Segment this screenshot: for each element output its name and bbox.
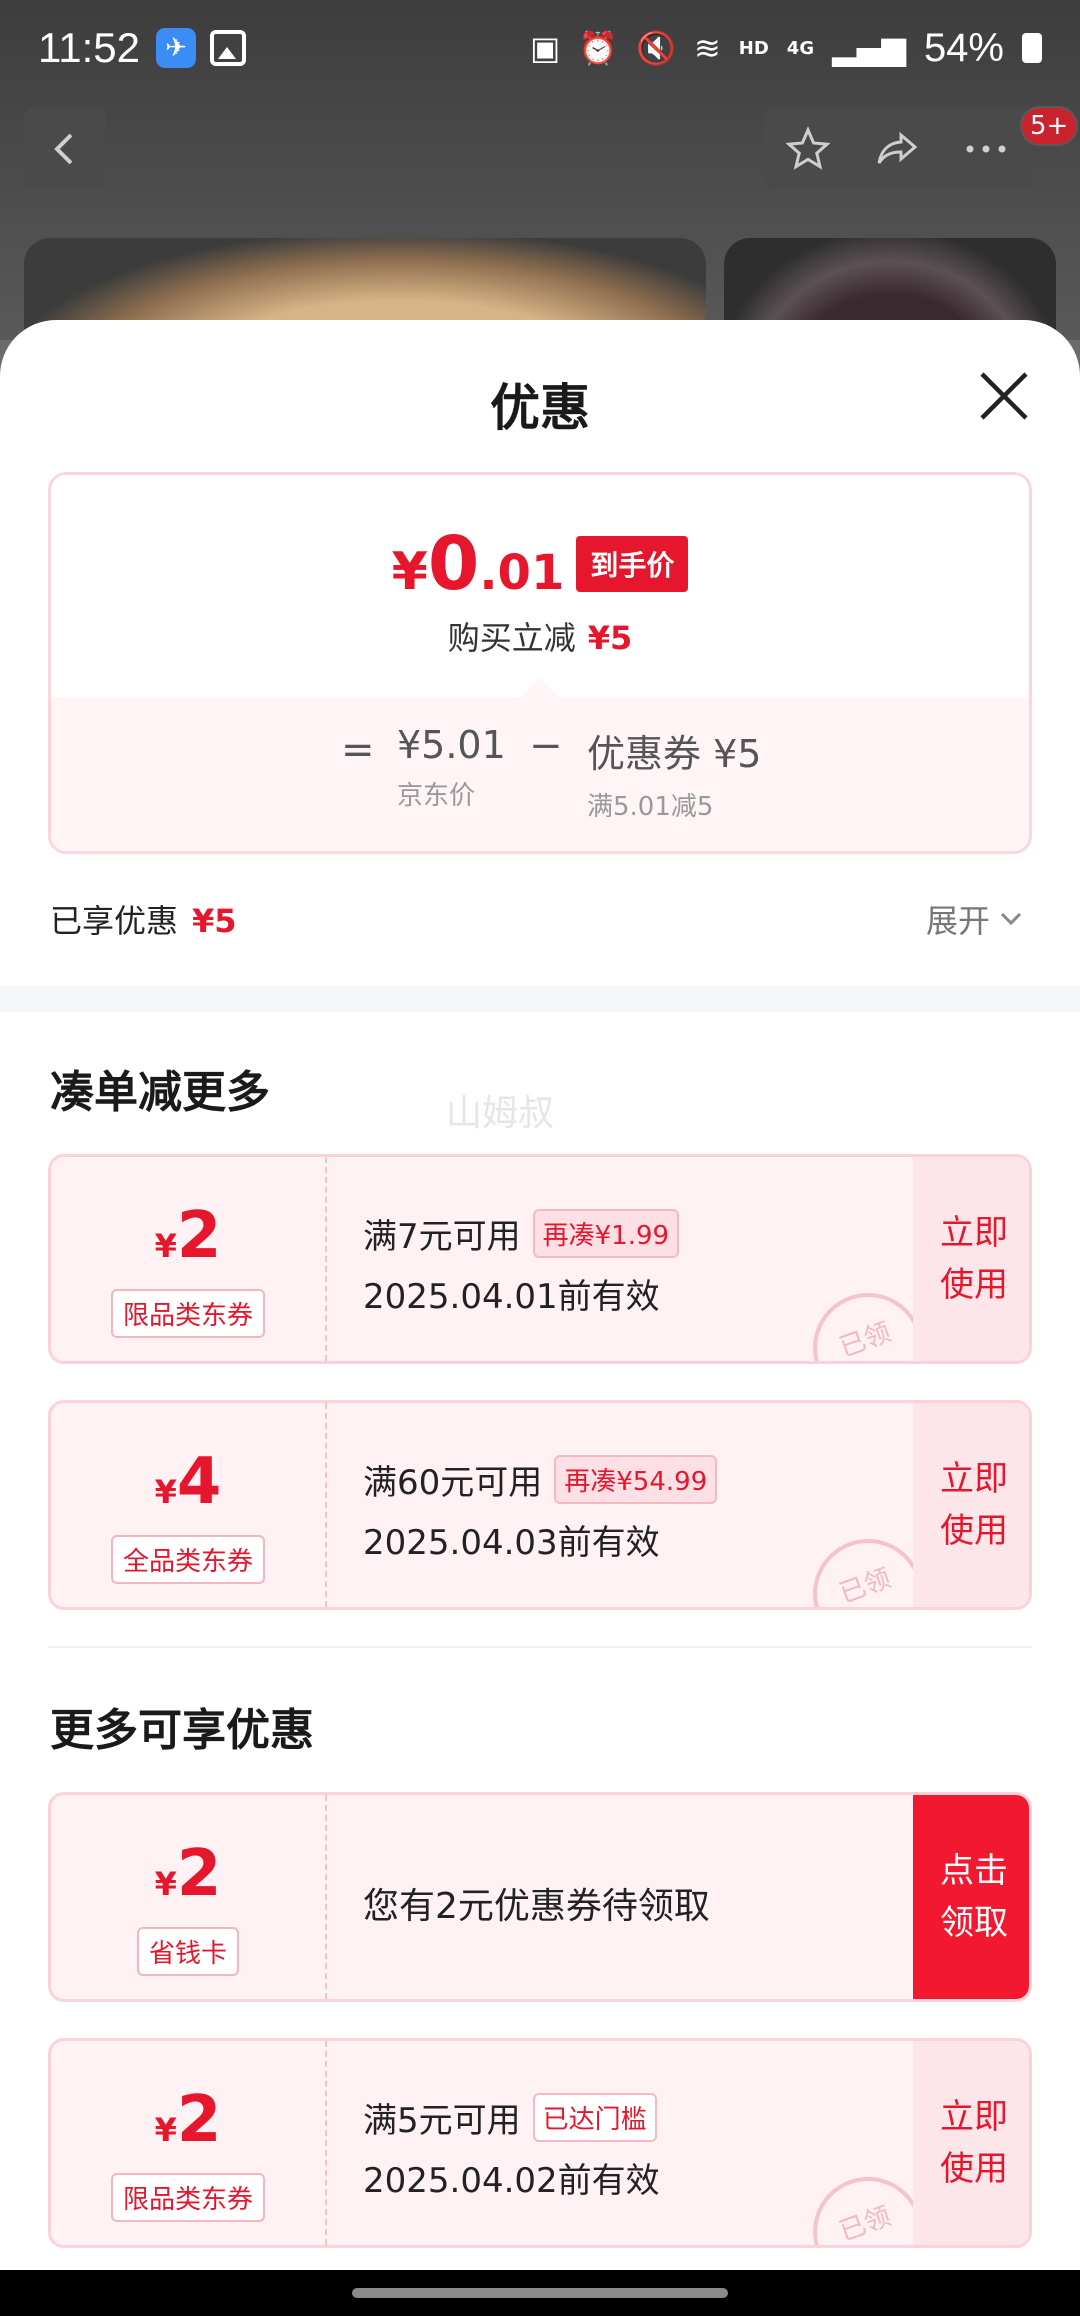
jd-price-value: ¥5.01 (397, 723, 506, 767)
status-time: 11:52 (38, 24, 140, 71)
coupon-topup-chip: 再凑¥54.99 (554, 1455, 718, 1504)
section-divider (0, 986, 1080, 1012)
jd-price-column: ¥5.01 京东价 (397, 723, 506, 812)
price-decimal: .01 (479, 545, 565, 601)
network-4g-label: 4G (786, 37, 815, 59)
instant-discount-value: ¥5 (587, 619, 633, 657)
jd-price-label: 京东价 (397, 781, 476, 811)
gallery-notification-icon (210, 30, 246, 66)
claim-button[interactable]: 点击领取 (913, 1795, 1029, 1999)
coupon-card: ¥2 限品类东券 满7元可用 再凑¥1.99 2025.04.01前有效 已领 … (48, 1154, 1032, 1364)
coupon-condition: 满60元可用 (363, 1463, 543, 1503)
coupon-separator (325, 1795, 327, 1999)
coupon-amount-value: 2 (176, 1199, 222, 1273)
threshold-reached-chip: 已达门槛 (532, 2093, 657, 2142)
instant-discount-line: 购买立减 ¥5 (51, 613, 1029, 659)
top-action-group (764, 108, 1030, 190)
battery-percent: 54% (923, 25, 1004, 70)
use-now-button[interactable]: 立即使用 (913, 1157, 1029, 1361)
coupon-condition-line: 满7元可用 再凑¥1.99 (363, 1209, 680, 1258)
signal-icon: ▂▄▆ (832, 29, 906, 67)
enjoyed-value: ¥5 (192, 902, 237, 940)
equals-sign: = (341, 727, 375, 773)
section-title-more-benefits: 更多可享优惠 (50, 1705, 314, 1756)
price-breakdown: = ¥5.01 京东价 − 优惠券 ¥5 满5.01减5 (51, 697, 1029, 851)
coupon-amount: ¥2 (51, 1837, 325, 1911)
chevron-down-icon (1000, 912, 1022, 926)
coupon-value: 优惠券 ¥5 (587, 732, 762, 776)
battery-saver-icon: ▣ (530, 29, 561, 67)
coupon-value-area: ¥2 限品类东券 (51, 2041, 325, 2245)
coupon-separator (325, 1157, 327, 1361)
back-button[interactable] (24, 108, 106, 190)
coupon-card: ¥4 全品类东券 满60元可用 再凑¥54.99 2025.04.03前有效 已… (48, 1400, 1032, 1610)
coupon-value-area: ¥4 全品类东券 (51, 1403, 325, 1607)
message-count-badge: 5+ (1020, 106, 1079, 146)
price-currency: ¥ (391, 542, 428, 602)
app-notification-icon: ✈ (156, 28, 196, 68)
coupon-condition: 满7元可用 (363, 1217, 521, 1257)
coupon-amount: ¥2 (51, 1199, 325, 1273)
share-icon[interactable] (873, 125, 921, 173)
coupon-pending-text: 您有2元优惠券待领取 (363, 1886, 710, 1927)
coupon-condition-line: 满5元可用 已达门槛 (363, 2093, 657, 2142)
coupon-amount: ¥4 (51, 1445, 325, 1519)
price-integer: 0 (427, 521, 480, 607)
coupon-currency: ¥ (154, 1227, 177, 1265)
instant-discount-label: 购买立减 (447, 619, 576, 657)
close-icon[interactable] (976, 368, 1032, 424)
coupon-currency: ¥ (154, 1473, 177, 1511)
coupon-currency: ¥ (154, 1865, 177, 1903)
chevron-left-icon (54, 133, 73, 165)
coupon-column: 优惠券 ¥5 满5.01减5 (587, 723, 761, 823)
coupon-separator (325, 1403, 327, 1607)
wifi-icon: ≋ (693, 29, 721, 67)
expand-button[interactable]: 展开 (926, 896, 1024, 942)
watermark: 山姆叔 (446, 1093, 555, 1134)
mute-icon: 🔇 (636, 29, 676, 67)
section-divider-line (48, 1646, 1032, 1648)
coupon-amount-value: 2 (176, 2083, 222, 2157)
coupon-type-tag: 限品类东券 (110, 2173, 266, 2222)
coupon-expiry: 2025.04.03前有效 (363, 1523, 660, 1563)
coupon-amount-value: 2 (176, 1837, 222, 1911)
sheet-title: 优惠 (490, 379, 590, 437)
star-icon[interactable] (784, 125, 832, 173)
home-indicator[interactable] (352, 2288, 728, 2298)
enjoyed-discount: 已享优惠 ¥5 (50, 896, 237, 942)
coupon-type-tag: 全品类东券 (110, 1535, 266, 1584)
coupon-separator (325, 2041, 327, 2245)
status-bar: 11:52 ✈ ▣ ⏰ 🔇 ≋ HD 4G ▂▄▆ 54% (0, 0, 1080, 96)
coupon-condition: 满5元可用 (363, 2101, 521, 2141)
coupon-expiry: 2025.04.02前有效 (363, 2161, 660, 2201)
enjoyed-label: 已享优惠 (50, 902, 179, 940)
coupon-card: ¥2 省钱卡 您有2元优惠券待领取 点击领取 (48, 1792, 1032, 2002)
coupon-amount-value: 4 (176, 1445, 222, 1519)
expand-label: 展开 (926, 902, 991, 940)
coupon-value-area: ¥2 限品类东券 (51, 1157, 325, 1361)
final-price-tag: 到手价 (576, 536, 689, 592)
minus-sign: − (529, 723, 563, 769)
coupon-currency: ¥ (154, 2111, 177, 2149)
coupon-expiry: 2025.04.01前有效 (363, 1277, 660, 1317)
final-price-card: ¥ 0 .01 到手价 购买立减 ¥5 = ¥5.01 京东价 − 优惠券 ¥5 … (48, 472, 1032, 854)
coupon-value-area: ¥2 省钱卡 (51, 1795, 325, 1999)
coupon-condition-line: 满60元可用 再凑¥54.99 (363, 1455, 718, 1504)
coupon-topup-chip: 再凑¥1.99 (532, 1209, 680, 1258)
battery-icon (1022, 33, 1042, 63)
final-price: ¥ 0 .01 到手价 (51, 521, 1029, 607)
alarm-icon: ⏰ (578, 29, 619, 67)
coupon-card: ¥2 限品类东券 满5元可用 已达门槛 2025.04.02前有效 已领 立即使… (48, 2038, 1032, 2248)
coupon-amount: ¥2 (51, 2083, 325, 2157)
coupon-type-tag: 省钱卡 (136, 1927, 240, 1976)
coupon-rule: 满5.01减5 (587, 792, 714, 822)
more-icon[interactable] (962, 125, 1010, 173)
coupon-type-tag: 限品类东券 (110, 1289, 266, 1338)
use-now-button[interactable]: 立即使用 (913, 1403, 1029, 1607)
hd-label: HD (738, 37, 769, 59)
use-now-button[interactable]: 立即使用 (913, 2041, 1029, 2245)
discount-sheet: 优惠 ¥ 0 .01 到手价 购买立减 ¥5 = ¥5.01 京东价 − 优惠券 … (0, 320, 1080, 2270)
section-title-more-order: 凑单减更多 (50, 1067, 270, 1118)
